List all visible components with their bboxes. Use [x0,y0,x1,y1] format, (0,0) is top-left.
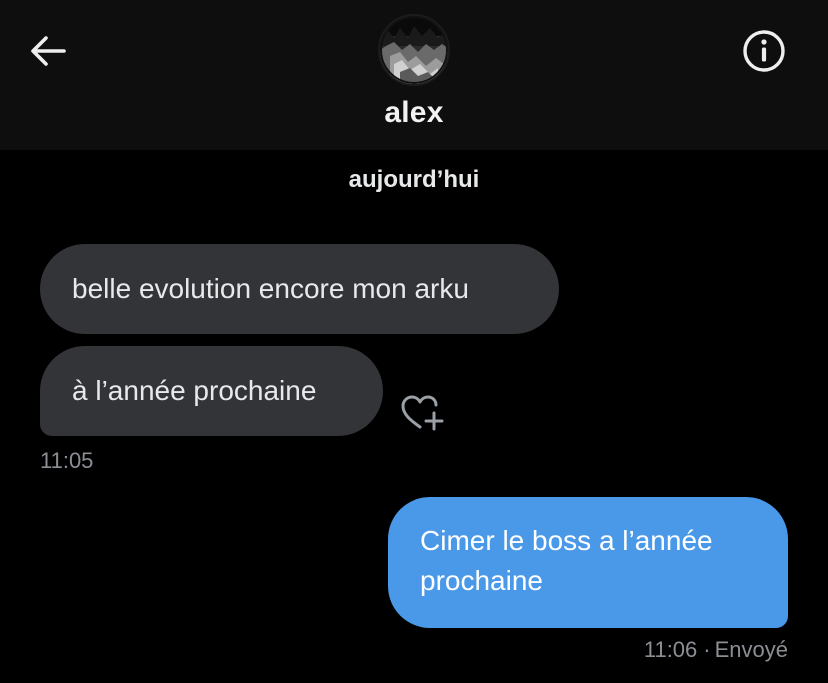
outgoing-message[interactable]: Cimer le boss a l’année prochaine [388,497,788,628]
day-separator: aujourd’hui [348,166,480,193]
info-button[interactable] [740,27,788,75]
add-reaction-button[interactable] [400,393,446,433]
avatar-image [380,16,448,84]
message-timestamp: 11:06 [643,637,698,662]
conversation-header: alex [0,0,828,150]
arrow-left-icon [31,36,66,66]
contact-name[interactable]: alex [0,96,828,130]
avatar[interactable] [378,14,450,86]
delivery-status: Envoyé [714,637,788,662]
message-status: 11:06 · Envoyé [644,637,788,663]
message-timestamp: 11:05 [40,448,94,473]
incoming-message[interactable]: belle evolution encore mon arku [40,244,559,334]
heart-plus-icon [401,395,444,431]
info-circle-icon [743,30,785,72]
incoming-message[interactable]: à l’année prochaine [40,346,383,436]
back-button[interactable] [26,28,72,74]
status-separator: · [703,637,711,662]
